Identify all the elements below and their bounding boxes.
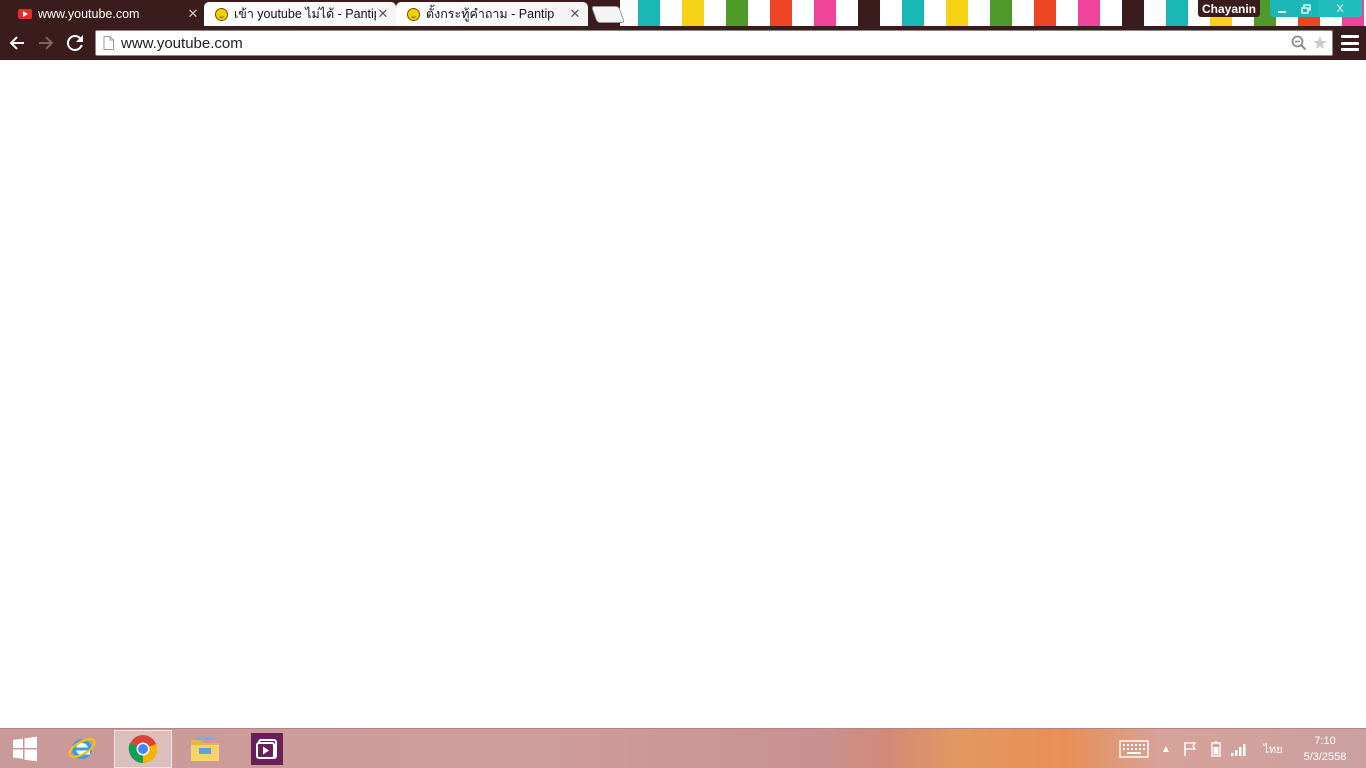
media-player-icon: [251, 733, 283, 765]
clock-date: 5/3/2558: [1303, 751, 1347, 763]
reload-icon: [66, 34, 83, 51]
page-content: [0, 60, 1366, 728]
start-button[interactable]: [0, 730, 50, 768]
action-center-flag-icon[interactable]: [1180, 739, 1200, 759]
tab-close-icon[interactable]: ✕: [376, 6, 390, 22]
file-explorer-icon: [191, 737, 219, 761]
clock-time: 7:10: [1314, 735, 1336, 747]
show-hidden-icons-icon[interactable]: ▲: [1158, 739, 1174, 759]
back-arrow-icon: [9, 36, 24, 50]
back-button[interactable]: [6, 32, 28, 54]
tab-strip: www.youtube.com ✕ เข้า youtube ไม่ได้ - …: [0, 0, 1366, 26]
bookmark-star-icon[interactable]: ★: [1310, 33, 1330, 53]
start-icon: [13, 736, 37, 762]
touch-keyboard-icon[interactable]: [1118, 739, 1150, 759]
close-window-button[interactable]: X: [1318, 0, 1362, 17]
browser-toolbar: www.youtube.com ★: [0, 26, 1366, 60]
url-text[interactable]: www.youtube.com: [121, 35, 1290, 52]
address-bar[interactable]: www.youtube.com ★: [95, 30, 1333, 56]
restore-icon: [1301, 3, 1311, 14]
restore-button[interactable]: [1294, 0, 1318, 17]
new-tab-button[interactable]: [590, 6, 626, 23]
language-indicator[interactable]: ไทย: [1256, 739, 1290, 759]
taskbar-file-explorer[interactable]: [178, 730, 232, 768]
forward-button[interactable]: [35, 32, 57, 54]
minimize-button[interactable]: [1270, 0, 1294, 17]
tab-title: เข้า youtube ไม่ได้ - Pantip: [234, 7, 376, 21]
system-clock[interactable]: 7:10 5/3/2558: [1294, 733, 1356, 765]
network-signal-icon[interactable]: [1228, 739, 1250, 759]
tab-pantip-youtube[interactable]: เข้า youtube ไม่ได้ - Pantip ✕: [204, 2, 396, 26]
battery-icon[interactable]: [1208, 739, 1224, 759]
taskbar-media-player[interactable]: [240, 730, 294, 768]
reload-button[interactable]: [64, 32, 86, 54]
tab-title: ตั้งกระทู้คำถาม - Pantip: [426, 7, 555, 21]
profile-button[interactable]: Chayanin: [1198, 0, 1260, 17]
hamburger-menu-icon[interactable]: [1341, 34, 1359, 52]
taskbar: ▲ ไทย 7:10 5/3/2558: [0, 728, 1366, 768]
tab-youtube[interactable]: www.youtube.com ✕: [8, 2, 206, 26]
taskbar-chrome[interactable]: [114, 730, 172, 768]
internet-explorer-icon: [68, 738, 96, 759]
forward-arrow-icon: [39, 36, 54, 50]
tab-title: www.youtube.com: [38, 7, 140, 21]
pantip-icon: [214, 7, 228, 21]
minimize-icon: [1278, 10, 1286, 13]
pantip-icon: [406, 7, 420, 21]
taskbar-internet-explorer[interactable]: [56, 730, 108, 768]
youtube-icon: [18, 7, 32, 21]
page-icon: [103, 36, 114, 50]
tab-close-icon[interactable]: ✕: [186, 6, 200, 22]
tab-close-icon[interactable]: ✕: [568, 6, 582, 22]
chrome-icon: [128, 735, 158, 764]
tab-pantip-question[interactable]: ตั้งกระทู้คำถาม - Pantip ✕: [396, 2, 588, 26]
zoom-icon[interactable]: [1290, 34, 1308, 52]
